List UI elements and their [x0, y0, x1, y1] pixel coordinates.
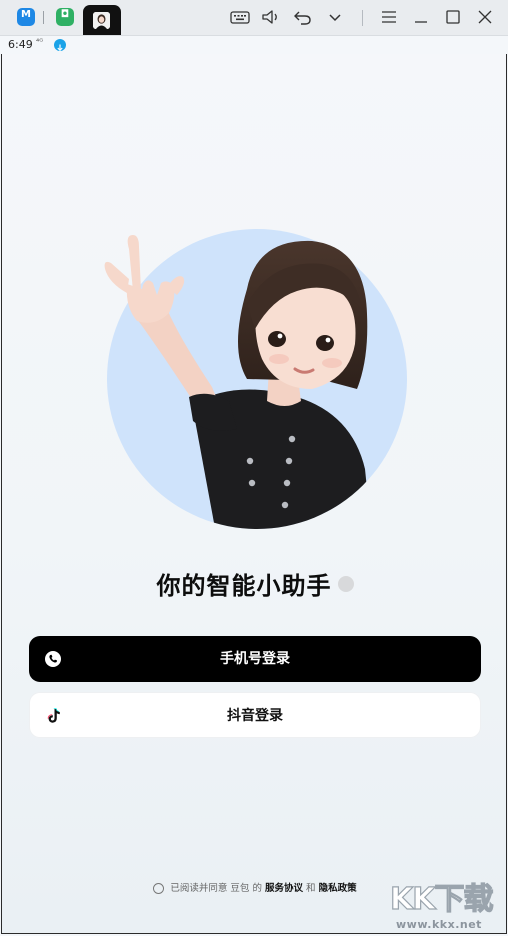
active-app-tab[interactable] — [83, 5, 121, 35]
maximize-icon[interactable] — [442, 7, 464, 27]
keyboard-icon[interactable] — [229, 7, 251, 27]
douyin-login-label: 抖音登录 — [227, 708, 283, 724]
close-icon[interactable] — [474, 7, 496, 27]
minimize-icon[interactable] — [410, 7, 432, 27]
slogan-text: 你的智能小助手 — [156, 572, 332, 600]
douyin-login-button[interactable]: 抖音登录 — [29, 692, 481, 738]
privacy-policy-link[interactable]: 隐私政策 — [319, 883, 357, 894]
chevron-down-icon[interactable] — [324, 7, 346, 27]
service-agreement-link[interactable]: 服务协议 — [265, 883, 303, 894]
app-tab-1-icon[interactable]: M — [17, 8, 35, 26]
watermark-logo-text: KK下载 — [389, 881, 494, 917]
tab-divider — [43, 11, 44, 24]
device-statusbar: 6:49 ⁴ᴳ — [0, 36, 508, 54]
agreement-checkbox[interactable] — [153, 883, 165, 894]
undo-icon[interactable] — [292, 7, 314, 27]
agreement-prefix: 已阅读并同意 豆包 的 — [170, 883, 262, 894]
menu-icon[interactable] — [378, 7, 400, 27]
site-watermark: KK下载 www.kkx.net — [389, 872, 508, 936]
agreement-and: 和 — [306, 883, 316, 894]
watermark-url: www.kkx.net — [396, 918, 482, 931]
typing-indicator-dot — [337, 575, 354, 592]
assistant-avatar-illustration — [97, 229, 417, 539]
app-tab-2-icon[interactable]: ◘ — [56, 8, 74, 26]
phone-login-button[interactable]: 手机号登录 — [29, 636, 481, 682]
slogan-row: 你的智能小助手 — [2, 566, 508, 602]
login-screen: 你的智能小助手 手机号登录 抖音登录 已阅读并同意 豆包 的 服务协议 和 隐私… — [1, 54, 507, 934]
download-notification-icon — [54, 39, 66, 52]
toolbar-divider — [362, 10, 363, 26]
status-time: 6:49 — [8, 38, 33, 51]
volume-icon[interactable] — [260, 7, 282, 27]
network-indicator: ⁴ᴳ — [36, 37, 44, 46]
doubao-app-icon — [93, 12, 110, 29]
phone-login-label: 手机号登录 — [220, 651, 290, 667]
window-titlebar: M ◘ — [0, 0, 508, 36]
